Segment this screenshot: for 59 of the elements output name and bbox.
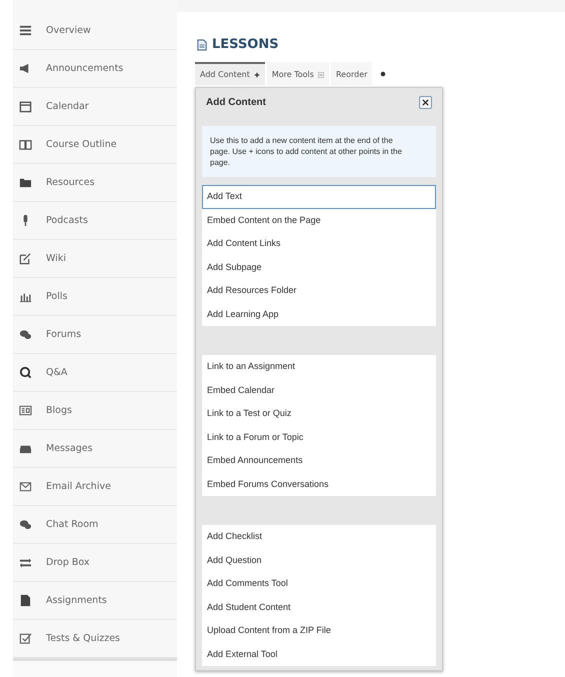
- toolbar-tab[interactable]: More Tools: [266, 62, 329, 85]
- menu-item[interactable]: Add Question: [202, 548, 436, 572]
- envelope-icon: [19, 480, 32, 493]
- menu-item[interactable]: Add External Tool: [202, 642, 436, 666]
- menu-item[interactable]: Add Student Content: [202, 596, 436, 619]
- chat-icon: [19, 328, 32, 341]
- calendar-icon: [19, 100, 32, 113]
- sidebar-item[interactable]: Chat Room: [13, 506, 177, 544]
- sidebar-item[interactable]: Assignments: [13, 582, 177, 620]
- sidebar-item[interactable]: Polls: [13, 278, 177, 316]
- sidebar-item[interactable]: Blogs: [13, 392, 177, 430]
- sidebar-item[interactable]: Messages: [13, 430, 177, 468]
- document-icon: [197, 38, 207, 50]
- menu-item[interactable]: Add Learning App: [202, 302, 436, 326]
- menu-item[interactable]: Upload Content from a ZIP File: [202, 619, 436, 642]
- menu-item[interactable]: Embed Announcements: [202, 449, 436, 472]
- menu-item[interactable]: Link to an Assignment: [202, 355, 436, 378]
- dot-icon[interactable]: [380, 70, 386, 76]
- close-button[interactable]: [419, 96, 432, 108]
- menu-item[interactable]: Add Text: [202, 185, 436, 208]
- toolbar-tab[interactable]: Add Content: [195, 62, 265, 85]
- sidebar-item[interactable]: Drop Box: [13, 544, 177, 582]
- sidebar-item[interactable]: Podcasts: [13, 202, 177, 240]
- sidebar-item[interactable]: Resources: [13, 164, 177, 202]
- menu-item[interactable]: Link to a Test or Quiz: [202, 402, 436, 426]
- menu-item[interactable]: Embed Content on the Page: [202, 208, 436, 232]
- menu-item[interactable]: Embed Forums Conversations: [202, 472, 436, 496]
- sidebar-item[interactable]: Wiki: [13, 240, 177, 278]
- checkbox-icon: [19, 632, 32, 645]
- sidebar-item[interactable]: Forums: [13, 316, 177, 354]
- sidebar-item[interactable]: Course Outline: [13, 126, 177, 164]
- file-icon: [19, 594, 32, 607]
- menu-item[interactable]: Add Content Links: [202, 232, 436, 256]
- menu-item[interactable]: Link to a Forum or Topic: [202, 426, 436, 449]
- page-title: LESSONS: [197, 37, 279, 52]
- menu-item[interactable]: Add Checklist: [202, 525, 436, 548]
- sidebar-item[interactable]: Announcements: [13, 50, 177, 88]
- close-icon: [422, 98, 429, 106]
- dialog-title: Add Content: [206, 96, 266, 108]
- folder-icon: [19, 176, 32, 189]
- blog-icon: [19, 404, 32, 417]
- sidebar-item[interactable]: Q&A: [13, 354, 177, 392]
- info-text: Use this to add a new content item at the end of the page. Use + icons to add content at other points in the page.: [202, 126, 436, 177]
- chat-icon: [19, 518, 32, 531]
- book-icon: [19, 138, 32, 151]
- sidebar-item[interactable]: Email Archive: [13, 468, 177, 506]
- sidebar-item[interactable]: Calendar: [13, 88, 177, 126]
- magnifier-icon: [19, 366, 32, 379]
- arrows-icon: [19, 556, 32, 569]
- pencil-icon: [19, 252, 32, 265]
- menu-item[interactable]: Add Subpage: [202, 256, 436, 279]
- small-box-icon: [318, 72, 324, 78]
- menu-item[interactable]: Add Resources Folder: [202, 279, 436, 302]
- menu-item[interactable]: Add Comments Tool: [202, 572, 436, 596]
- toolbar-tab[interactable]: Reorder: [330, 62, 372, 85]
- sidebar-item[interactable]: Overview: [13, 12, 177, 50]
- plus-icon: [254, 72, 260, 78]
- menu-item[interactable]: Embed Calendar: [202, 378, 436, 402]
- list-icon: [19, 24, 32, 37]
